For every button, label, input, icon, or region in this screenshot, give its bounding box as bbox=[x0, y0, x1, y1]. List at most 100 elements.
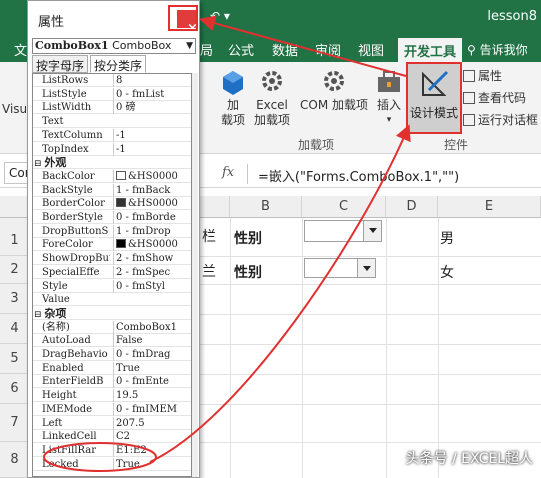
property-row[interactable]: DropButtonS 1 - fmDrop bbox=[33, 224, 191, 238]
property-value[interactable]: 207.5 bbox=[113, 416, 191, 430]
property-value[interactable]: -1 bbox=[113, 128, 191, 142]
cell-e2[interactable]: 女 bbox=[440, 262, 454, 282]
corner-select-all[interactable] bbox=[0, 196, 30, 218]
property-row[interactable]: ForeColor &HS0000 bbox=[33, 238, 191, 252]
property-value[interactable]: False bbox=[113, 334, 191, 348]
property-row[interactable]: ListStyle 0 - fmList bbox=[33, 87, 191, 101]
property-value[interactable]: 19.5 bbox=[113, 389, 191, 403]
property-value[interactable]: 0 - fmList bbox=[113, 87, 191, 101]
property-row[interactable]: IMEMode 0 - fmIMEM bbox=[33, 402, 191, 416]
property-value[interactable]: 0 - fmEnte bbox=[113, 375, 191, 389]
combobox-c1[interactable] bbox=[304, 220, 382, 242]
chevron-down-icon[interactable] bbox=[357, 259, 375, 277]
formula-input[interactable]: =嵌入("Forms.ComboBox.1","") bbox=[258, 166, 459, 185]
property-value[interactable]: ComboBox1 bbox=[113, 320, 191, 334]
row-header-3[interactable]: 3 bbox=[0, 284, 30, 314]
property-row[interactable]: TextColumn -1 bbox=[33, 128, 191, 142]
column-header-c[interactable]: C bbox=[302, 196, 386, 218]
property-value[interactable]: 8 bbox=[113, 74, 191, 87]
excel-addins-button[interactable]: Excel 加载项 bbox=[252, 66, 292, 128]
function-icon[interactable]: fx bbox=[222, 165, 234, 180]
property-row[interactable]: Height 19.5 bbox=[33, 389, 191, 403]
row-header-4[interactable]: 4 bbox=[0, 314, 30, 344]
property-value[interactable]: True bbox=[113, 361, 191, 375]
property-row[interactable]: Left 207.5 bbox=[33, 416, 191, 430]
tab-layout[interactable]: 局 bbox=[200, 40, 213, 59]
property-row[interactable]: BackStyle 1 - fmBack bbox=[33, 183, 191, 197]
property-row[interactable]: BorderColor &HS0000 bbox=[33, 197, 191, 211]
design-mode-button[interactable]: 设计模式 bbox=[406, 62, 462, 134]
property-value[interactable]: &HS0000 bbox=[113, 197, 191, 211]
run-dialog-button[interactable]: 运行对话框 bbox=[463, 113, 538, 128]
view-code-button[interactable]: 查看代码 bbox=[463, 91, 526, 106]
property-value[interactable]: 0 - fmDrag bbox=[113, 348, 191, 361]
row-header-5[interactable]: 5 bbox=[0, 344, 30, 374]
property-category[interactable]: 杂项 bbox=[33, 307, 191, 320]
property-row[interactable]: EnterFieldB 0 - fmEnte bbox=[33, 375, 191, 389]
property-value[interactable]: 0 - fmIMEM bbox=[113, 402, 191, 416]
com-addins-button[interactable]: COM 加载项 bbox=[294, 66, 374, 113]
property-row[interactable]: Style 0 - fmStyl bbox=[33, 279, 191, 293]
color-swatch-icon bbox=[116, 198, 126, 208]
property-row[interactable]: ListWidth 0 磅 bbox=[33, 101, 191, 115]
property-row[interactable]: AutoLoad False bbox=[33, 334, 191, 348]
property-row[interactable]: Value bbox=[33, 293, 191, 307]
property-row[interactable]: ShowDropBut 2 - fmShow bbox=[33, 252, 191, 266]
property-row[interactable]: SpecialEffe 2 - fmSpec bbox=[33, 265, 191, 279]
property-value[interactable]: 0 磅 bbox=[113, 101, 191, 115]
tab-file[interactable]: 文 bbox=[14, 40, 27, 59]
property-row[interactable]: Enabled True bbox=[33, 361, 191, 375]
property-value[interactable]: C2 bbox=[113, 430, 191, 444]
property-row[interactable]: LinkedCell C2 bbox=[33, 430, 191, 444]
object-selector[interactable]: ComboBox1 ComboBox ▼ bbox=[32, 38, 196, 54]
property-value[interactable]: 2 - fmShow bbox=[113, 252, 191, 266]
properties-scrollbar[interactable] bbox=[192, 73, 198, 477]
property-row[interactable]: ListRows 8 bbox=[33, 74, 191, 87]
property-category[interactable]: 外观 bbox=[33, 156, 191, 170]
tab-formulas[interactable]: 公式 bbox=[228, 40, 254, 59]
cell-b1[interactable]: 性别 bbox=[234, 228, 262, 248]
property-value[interactable]: 2 - fmSpec bbox=[113, 265, 191, 279]
cell-b2[interactable]: 性别 bbox=[234, 262, 262, 282]
tab-alphabetic[interactable]: 按字母序 bbox=[32, 55, 89, 73]
properties-button[interactable]: 属性 bbox=[463, 69, 502, 84]
combobox-c2[interactable] bbox=[304, 258, 376, 278]
tab-categorized[interactable]: 按分类序 bbox=[90, 55, 147, 73]
property-value[interactable]: 1 - fmBack bbox=[113, 183, 191, 197]
visual-basic-button[interactable]: Visu bbox=[2, 102, 27, 117]
property-row[interactable]: Locked True bbox=[33, 457, 191, 471]
addins-button[interactable]: 加 载项 bbox=[218, 70, 248, 128]
tab-data[interactable]: 数据 bbox=[272, 40, 298, 59]
column-header-e[interactable]: E bbox=[438, 196, 541, 218]
property-value[interactable]: -1 bbox=[113, 142, 191, 156]
tab-review[interactable]: 审阅 bbox=[315, 40, 341, 59]
property-value[interactable]: 0 - fmStyl bbox=[113, 279, 191, 293]
property-value[interactable]: True bbox=[113, 457, 191, 471]
property-row[interactable]: (名称) ComboBox1 bbox=[33, 320, 191, 334]
property-value[interactable]: &HS0000 bbox=[113, 238, 191, 252]
property-row[interactable]: Text bbox=[33, 115, 191, 129]
property-value[interactable]: E1:E2 bbox=[113, 443, 191, 457]
tell-me-box[interactable]: ⚲ 告诉我你 bbox=[467, 41, 528, 58]
insert-control-button[interactable]: 插入 ▾ bbox=[374, 68, 404, 128]
row-header-1[interactable]: 1 bbox=[0, 218, 30, 256]
property-row[interactable]: ListFillRar E1:E2 bbox=[33, 443, 191, 457]
property-row[interactable]: BackColor &HS0000 bbox=[33, 169, 191, 183]
column-header-d[interactable]: D bbox=[386, 196, 438, 218]
property-value[interactable]: 0 - fmBorde bbox=[113, 211, 191, 224]
quick-access-toolbar[interactable]: ↶ ▾ bbox=[210, 9, 230, 23]
row-header-6[interactable]: 6 bbox=[0, 374, 30, 404]
row-header-7[interactable]: 7 bbox=[0, 404, 30, 442]
property-row[interactable]: DragBehavio 0 - fmDrag bbox=[33, 348, 191, 361]
cell-e1[interactable]: 男 bbox=[440, 228, 454, 248]
column-header-b[interactable]: B bbox=[230, 196, 302, 218]
chevron-down-icon[interactable] bbox=[363, 221, 381, 241]
tab-view[interactable]: 视图 bbox=[358, 40, 384, 59]
chevron-down-icon[interactable]: ▼ bbox=[186, 39, 193, 53]
property-value[interactable]: 1 - fmDrop bbox=[113, 224, 191, 238]
row-header-2[interactable]: 2 bbox=[0, 256, 30, 284]
property-row[interactable]: TopIndex -1 bbox=[33, 142, 191, 156]
row-header-8[interactable]: 8 bbox=[0, 442, 30, 478]
property-row[interactable]: BorderStyle 0 - fmBorde bbox=[33, 211, 191, 224]
property-value[interactable]: &HS0000 bbox=[113, 169, 191, 183]
